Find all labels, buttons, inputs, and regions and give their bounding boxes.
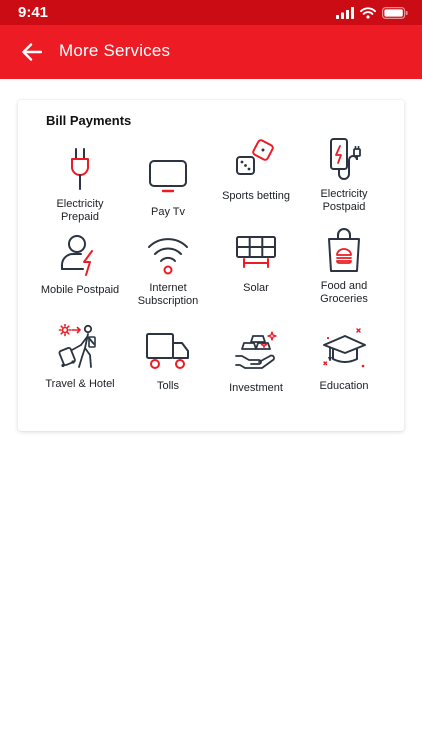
status-icons bbox=[336, 5, 408, 21]
wifi-status-icon bbox=[360, 7, 376, 19]
service-label: Electricity Prepaid bbox=[56, 198, 104, 223]
services-grid: Electricity Prepaid Pay Tv Sports bettin… bbox=[36, 136, 388, 418]
status-bar: 9:41 bbox=[0, 0, 422, 25]
arrow-left-icon bbox=[22, 43, 42, 61]
service-sports-betting[interactable]: Sports betting bbox=[212, 136, 300, 230]
service-label: Tolls bbox=[156, 380, 179, 392]
charger-icon bbox=[330, 138, 361, 180]
service-solar[interactable]: Solar bbox=[212, 230, 300, 324]
bill-payments-card: Bill Payments Electricity Prepaid Pay Tv… bbox=[18, 100, 404, 431]
service-tolls[interactable]: Tolls bbox=[124, 324, 212, 418]
service-pay-tv[interactable]: Pay Tv bbox=[124, 136, 212, 230]
service-label: Internet Subscription bbox=[137, 282, 199, 307]
status-time: 9:41 bbox=[18, 4, 49, 21]
service-label: Pay Tv bbox=[150, 206, 186, 218]
user-lightning-icon bbox=[61, 235, 93, 276]
solar-panel-icon bbox=[236, 236, 276, 268]
service-mobile-postpaid[interactable]: Mobile Postpaid bbox=[36, 230, 124, 324]
service-investment[interactable]: Investment bbox=[212, 324, 300, 418]
signal-icon bbox=[336, 7, 354, 19]
truck-icon bbox=[146, 333, 189, 369]
service-label: Food and Groceries bbox=[320, 280, 368, 305]
traveler-icon bbox=[58, 324, 96, 368]
plug-icon bbox=[71, 148, 89, 190]
section-title: Bill Payments bbox=[46, 113, 132, 128]
service-label: Mobile Postpaid bbox=[40, 284, 120, 296]
service-label: Solar bbox=[243, 282, 269, 294]
service-electricity-postpaid[interactable]: Electricity Postpaid bbox=[300, 136, 388, 230]
service-travel-and-hotel[interactable]: Travel & Hotel bbox=[36, 324, 124, 418]
tv-icon bbox=[149, 160, 187, 193]
service-label: Sports betting bbox=[222, 190, 290, 202]
service-label: Electricity Postpaid bbox=[320, 188, 368, 213]
service-label: Travel & Hotel bbox=[45, 378, 115, 390]
app-bar: More Services bbox=[0, 25, 422, 79]
service-education[interactable]: Education bbox=[300, 324, 388, 418]
graduation-cap-icon bbox=[323, 328, 366, 368]
service-electricity-prepaid[interactable]: Electricity Prepaid bbox=[36, 136, 124, 230]
grocery-bag-icon bbox=[328, 228, 360, 272]
back-button[interactable] bbox=[14, 34, 50, 70]
page-title: More Services bbox=[59, 41, 171, 60]
battery-icon bbox=[382, 7, 408, 19]
service-food-and-groceries[interactable]: Food and Groceries bbox=[300, 228, 388, 324]
gold-bars-icon bbox=[235, 331, 277, 369]
service-label: Investment bbox=[229, 382, 283, 394]
wifi-icon bbox=[148, 238, 188, 275]
service-internet-subscription[interactable]: Internet Subscription bbox=[124, 230, 212, 324]
dice-icon bbox=[236, 139, 274, 175]
service-label: Education bbox=[319, 380, 369, 392]
